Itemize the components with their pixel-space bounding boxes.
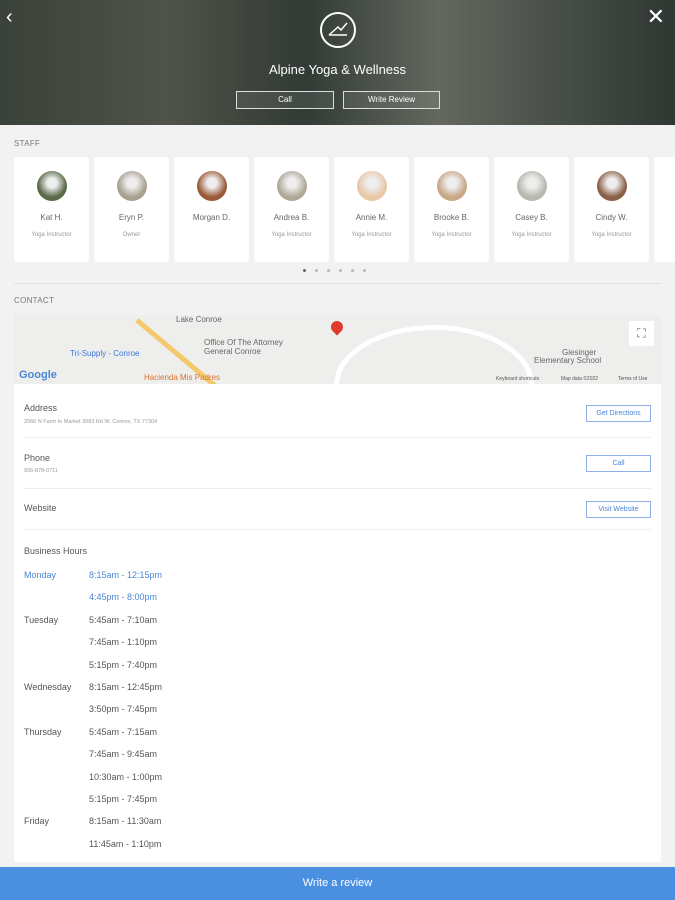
contact-info-card: Address 2066 N Farm to Market 3083 Rd W,… (14, 384, 661, 862)
phone-label: Phone (24, 453, 51, 463)
hours-day: Wednesday (24, 682, 72, 692)
avatar (516, 171, 547, 201)
hours-time: 4:45pm - 8:00pm (89, 592, 158, 603)
write-a-review-button[interactable]: Write a review (0, 867, 675, 900)
staff-name: Kat H. (40, 213, 63, 222)
map-data-label: Map data ©2022 (561, 376, 599, 382)
business-hours-title: Business Hours (24, 546, 88, 556)
website-row: Website Visit Website (24, 489, 651, 530)
staff-name: Andrea B. (273, 213, 310, 222)
hours-time: 5:45am - 7:10am (89, 614, 158, 625)
get-directions-button[interactable]: Get Directions (586, 405, 651, 422)
staff-name: Eryn P. (118, 213, 145, 222)
pagination-dot[interactable] (315, 269, 318, 272)
carousel-pagination (303, 269, 366, 272)
staff-name: Morgan D. (192, 213, 231, 222)
staff-role: Yoga Instructor (31, 232, 72, 238)
hours-time: 5:15pm - 7:45pm (89, 794, 158, 804)
pagination-dot[interactable] (351, 269, 354, 272)
avatar (596, 171, 627, 201)
contact-section-label: CONTACT (14, 296, 55, 305)
hours-day: Monday (24, 570, 57, 580)
write-review-button[interactable]: Write Review (343, 91, 440, 109)
hours-time: 10:30am - 1:00pm (89, 771, 163, 782)
pagination-dot[interactable] (327, 269, 330, 272)
hours-time: 8:15am - 12:15pm (89, 570, 163, 580)
staff-name: Casey B. (515, 213, 548, 222)
hero-header: ‹ ✕ Alpine Yoga & Wellness Call Write Re… (0, 0, 675, 125)
map[interactable]: Lake Conroe Office Of The Attorney Gener… (14, 315, 661, 384)
staff-name: Brooke B. (433, 213, 470, 222)
avatar (196, 171, 227, 201)
map-label: General Conroe (204, 347, 261, 356)
google-logo: Google (19, 369, 57, 381)
hours-day: Friday (24, 816, 50, 827)
map-pin-icon[interactable] (328, 318, 346, 336)
staff-card[interactable]: Morgan D. (174, 157, 249, 262)
hours-time: 8:15am - 11:30am (89, 816, 162, 827)
map-label: Elementary School (534, 356, 602, 365)
map-label: Hacienda Mis Padres (144, 373, 221, 382)
call-button[interactable]: Call (236, 91, 334, 109)
staff-card[interactable]: Eryn P. Owner (94, 157, 169, 262)
staff-role: Yoga Instructor (431, 232, 472, 238)
visit-website-button[interactable]: Visit Website (586, 501, 651, 518)
website-label: Website (24, 503, 57, 513)
divider (14, 283, 661, 284)
phone-row: Phone 936-878-0711 Call (24, 438, 651, 489)
hours-time: 8:15am - 12:45pm (89, 682, 163, 692)
address-row: Address 2066 N Farm to Market 3083 Rd W,… (24, 386, 651, 438)
fullscreen-icon[interactable]: ⛶ (629, 321, 654, 346)
staff-role: Yoga Instructor (591, 232, 632, 238)
avatar (36, 171, 67, 201)
hours-time: 3:50pm - 7:45pm (89, 704, 158, 715)
business-name: Alpine Yoga & Wellness (268, 62, 407, 77)
staff-card[interactable]: Andrea B. Yoga Instructor (254, 157, 329, 262)
pagination-dot[interactable] (363, 269, 366, 272)
avatar (436, 171, 467, 201)
address-label: Address (24, 403, 58, 413)
staff-name: Annie M. (355, 213, 388, 222)
staff-carousel[interactable]: Kat H. Yoga Instructor Eryn P. Owner Mor… (14, 157, 649, 262)
avatar (116, 171, 147, 201)
business-logo (320, 12, 356, 48)
chevron-left-icon[interactable]: ‹ (6, 6, 13, 29)
phone-call-button[interactable]: Call (586, 455, 651, 472)
avatar (276, 171, 307, 201)
phone-value: 936-878-0711 (24, 468, 58, 474)
hours-time: 11:45am - 1:10pm (89, 838, 162, 849)
avatar (356, 171, 387, 201)
staff-name: Cindy W. (595, 213, 628, 222)
hours-day: Thursday (24, 726, 62, 737)
staff-card[interactable]: Kat H. Yoga Instructor (14, 157, 89, 262)
staff-card[interactable]: Casey B. Yoga Instructor (494, 157, 569, 262)
hours-time: 5:15pm - 7:40pm (89, 659, 158, 670)
keyboard-shortcuts-link[interactable]: Keyboard shortcuts (496, 376, 539, 382)
map-label: Lake Conroe (176, 315, 222, 324)
address-value: 2066 N Farm to Market 3083 Rd W, Conroe,… (24, 419, 158, 425)
staff-card[interactable]: Annie M. Yoga Instructor (334, 157, 409, 262)
pagination-dot[interactable] (303, 269, 306, 272)
staff-role: Owner (122, 232, 141, 238)
staff-section-label: STAFF (14, 139, 41, 148)
staff-role: Yoga Instructor (351, 232, 392, 238)
staff-card[interactable]: Brooke B. Yoga Instructor (414, 157, 489, 262)
map-label: Tri-Supply - Conroe (70, 349, 140, 358)
staff-card-partial[interactable] (654, 157, 675, 262)
pagination-dot[interactable] (339, 269, 342, 272)
staff-card[interactable]: Cindy W. Yoga Instructor (574, 157, 649, 262)
hours-time: 7:45am - 9:45am (89, 749, 158, 760)
hours-time: 7:45am - 1:10pm (89, 637, 158, 648)
terms-link[interactable]: Terms of Use (618, 376, 647, 382)
map-label: Office Of The Attorney (204, 338, 283, 347)
staff-role: Yoga Instructor (511, 232, 552, 238)
staff-role: Yoga Instructor (271, 232, 312, 238)
close-icon[interactable]: ✕ (647, 4, 665, 30)
hours-time: 5:45am - 7:15am (89, 726, 158, 737)
hours-day: Tuesday (24, 614, 59, 625)
